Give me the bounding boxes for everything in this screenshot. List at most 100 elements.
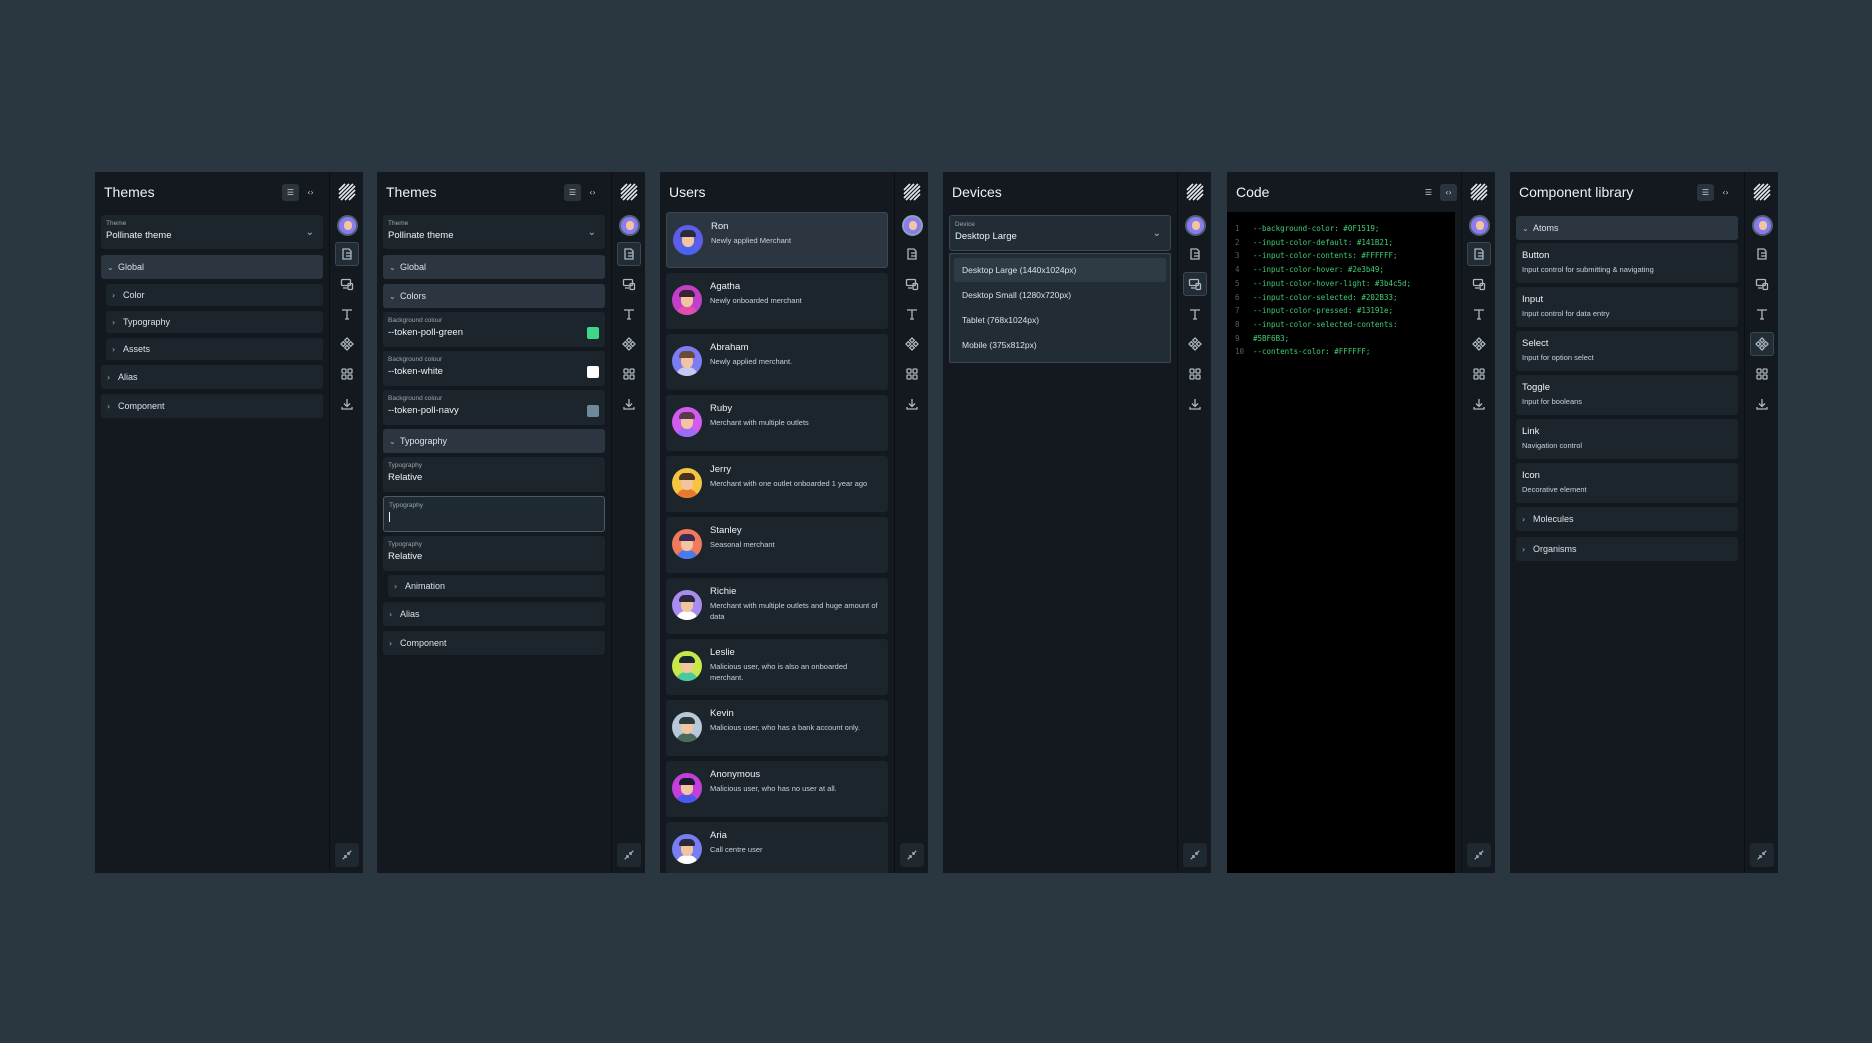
collapse-icon[interactable]: [617, 843, 641, 867]
avatar[interactable]: [1185, 215, 1206, 236]
color-token-field[interactable]: Background colour --token-white: [383, 351, 605, 386]
color-swatch[interactable]: [587, 405, 599, 417]
collapse-icon[interactable]: [900, 843, 924, 867]
user-item[interactable]: Leslie Malicious user, who is also an onb…: [666, 639, 888, 695]
tree-item-component[interactable]: › Component: [383, 631, 605, 655]
tree-item-assets[interactable]: › Assets: [106, 338, 323, 360]
code-view-icon[interactable]: ‹›: [1440, 183, 1457, 201]
theme-icon[interactable]: [1750, 242, 1774, 266]
user-item[interactable]: Jerry Merchant with one outlet onboarded …: [666, 456, 888, 512]
component-item-select[interactable]: Select Input for option select: [1516, 331, 1738, 371]
typography-icon[interactable]: [335, 302, 359, 326]
theme-select[interactable]: Theme Pollinate theme ⌄: [383, 215, 605, 249]
grid-icon[interactable]: [1467, 362, 1491, 386]
component-item-button[interactable]: Button Input control for submitting & nav…: [1516, 243, 1738, 283]
component-item-toggle[interactable]: Toggle Input for booleans: [1516, 375, 1738, 415]
devices-icon[interactable]: [1750, 272, 1774, 296]
grid-icon[interactable]: [1750, 362, 1774, 386]
devices-icon[interactable]: [1183, 272, 1207, 296]
code-view-icon[interactable]: ‹›: [584, 184, 601, 201]
collapse-icon[interactable]: [335, 843, 359, 867]
typography-field[interactable]: Typography Relative: [383, 457, 605, 492]
tree-item-molecules[interactable]: › Molecules: [1516, 507, 1738, 531]
typography-icon[interactable]: [1750, 302, 1774, 326]
device-option[interactable]: Tablet (768x1024px): [954, 308, 1166, 332]
device-option[interactable]: Desktop Small (1280x720px): [954, 283, 1166, 307]
grid-icon[interactable]: [617, 362, 641, 386]
grid-icon[interactable]: [1183, 362, 1207, 386]
component-item-input[interactable]: Input Input control for data entry: [1516, 287, 1738, 327]
collapse-icon[interactable]: [1467, 843, 1491, 867]
user-item[interactable]: Stanley Seasonal merchant: [666, 517, 888, 573]
components-icon[interactable]: [335, 332, 359, 356]
list-view-icon[interactable]: ☰: [1420, 184, 1437, 201]
typography-icon[interactable]: [617, 302, 641, 326]
download-icon[interactable]: [617, 392, 641, 416]
tree-item-colors[interactable]: ⌄ Colors: [383, 284, 605, 308]
tree-item-global[interactable]: ⌄ Global: [101, 255, 323, 279]
user-item[interactable]: Agatha Newly onboarded merchant: [666, 273, 888, 329]
components-icon[interactable]: [1750, 332, 1774, 356]
grid-icon[interactable]: [900, 362, 924, 386]
avatar[interactable]: [619, 215, 640, 236]
download-icon[interactable]: [335, 392, 359, 416]
user-item[interactable]: Abraham Newly applied merchant.: [666, 334, 888, 390]
color-token-field[interactable]: Background colour --token-poll-green: [383, 312, 605, 347]
download-icon[interactable]: [1467, 392, 1491, 416]
components-icon[interactable]: [1467, 332, 1491, 356]
user-item[interactable]: Ruby Merchant with multiple outlets: [666, 395, 888, 451]
devices-icon[interactable]: [1467, 272, 1491, 296]
tree-item-animation[interactable]: › Animation: [388, 575, 605, 597]
code-view-icon[interactable]: ‹›: [1717, 184, 1734, 201]
code-view-icon[interactable]: ‹›: [302, 184, 319, 201]
typography-icon[interactable]: [900, 302, 924, 326]
component-item-link[interactable]: Link Navigation control: [1516, 419, 1738, 459]
devices-icon[interactable]: [335, 272, 359, 296]
theme-icon[interactable]: [335, 242, 359, 266]
download-icon[interactable]: [1183, 392, 1207, 416]
typography-icon[interactable]: [1183, 302, 1207, 326]
theme-icon[interactable]: [617, 242, 641, 266]
typography-field[interactable]: Typography Relative: [383, 536, 605, 571]
avatar[interactable]: [337, 215, 358, 236]
grid-icon[interactable]: [335, 362, 359, 386]
user-item[interactable]: Richie Merchant with multiple outlets and…: [666, 578, 888, 634]
theme-select[interactable]: Theme Pollinate theme ⌄: [101, 215, 323, 249]
color-token-field[interactable]: Background colour --token-poll-navy: [383, 390, 605, 425]
collapse-icon[interactable]: [1183, 843, 1207, 867]
user-item[interactable]: Anonymous Malicious user, who has no user…: [666, 761, 888, 817]
devices-icon[interactable]: [900, 272, 924, 296]
avatar[interactable]: [902, 215, 923, 236]
typography-input-focused[interactable]: Typography: [383, 496, 605, 532]
collapse-icon[interactable]: [1750, 843, 1774, 867]
tree-item-typography[interactable]: › Typography: [106, 311, 323, 333]
theme-icon[interactable]: [1183, 242, 1207, 266]
device-option[interactable]: Desktop Large (1440x1024px): [954, 258, 1166, 282]
tree-item-alias[interactable]: › Alias: [101, 365, 323, 389]
components-icon[interactable]: [1183, 332, 1207, 356]
tree-item-organisms[interactable]: › Organisms: [1516, 537, 1738, 561]
tree-item-global[interactable]: ⌄ Global: [383, 255, 605, 279]
typography-icon[interactable]: [1467, 302, 1491, 326]
list-view-icon[interactable]: ☰: [282, 183, 299, 201]
download-icon[interactable]: [900, 392, 924, 416]
theme-icon[interactable]: [1467, 242, 1491, 266]
theme-icon[interactable]: [900, 242, 924, 266]
devices-icon[interactable]: [617, 272, 641, 296]
color-swatch[interactable]: [587, 366, 599, 378]
user-item[interactable]: Aria Call centre user: [666, 822, 888, 873]
code-block[interactable]: 1 --background-color: #0F1519; 2 --input-co…: [1227, 212, 1455, 873]
device-option[interactable]: Mobile (375x812px): [954, 333, 1166, 357]
avatar[interactable]: [1752, 215, 1773, 236]
avatar[interactable]: [1469, 215, 1490, 236]
tree-item-alias[interactable]: › Alias: [383, 602, 605, 626]
tree-item-component[interactable]: › Component: [101, 394, 323, 418]
user-item[interactable]: Kevin Malicious user, who has a bank acco…: [666, 700, 888, 756]
download-icon[interactable]: [1750, 392, 1774, 416]
components-icon[interactable]: [900, 332, 924, 356]
tree-item-atoms[interactable]: ⌄ Atoms: [1516, 216, 1738, 240]
color-swatch[interactable]: [587, 327, 599, 339]
device-select[interactable]: Device Desktop Large ⌄: [949, 215, 1171, 251]
user-item[interactable]: Ron Newly applied Merchant: [666, 212, 888, 268]
tree-item-typography[interactable]: ⌄ Typography: [383, 429, 605, 453]
